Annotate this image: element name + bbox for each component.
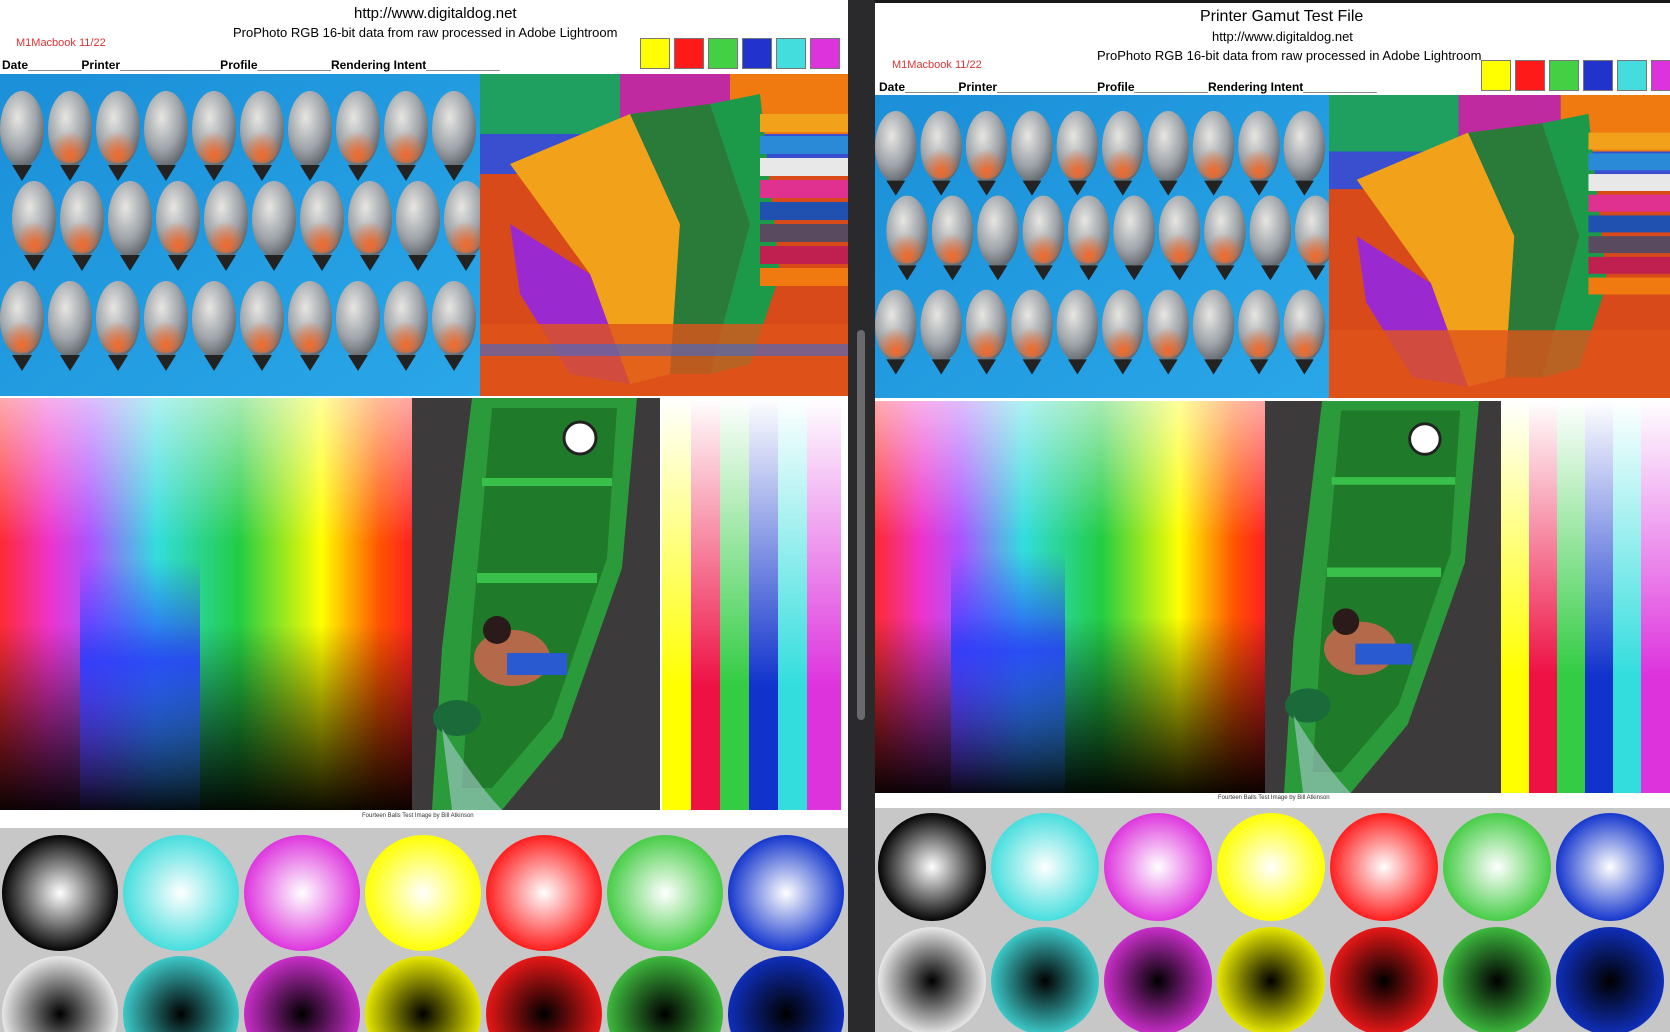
- stripe-blue: [749, 398, 778, 810]
- split-divider[interactable]: [848, 0, 875, 1032]
- test-ball-dark: [878, 927, 986, 1032]
- boat-photo: [1265, 401, 1501, 793]
- test-ball-light: [1104, 813, 1212, 921]
- stripe-green: [720, 398, 749, 810]
- stripe-magenta: [807, 398, 841, 810]
- test-image-credit: Fourteen Balls Test Image by Bill Atkins…: [1218, 795, 1330, 801]
- test-ball-dark: [1217, 927, 1325, 1032]
- test-ball-light: [1217, 813, 1325, 921]
- stripe-magenta: [1641, 401, 1670, 793]
- subtitle-text: ProPhoto RGB 16-bit data from raw proces…: [1097, 48, 1482, 63]
- right-document-pane: Printer Gamut Test File http://www.digit…: [875, 3, 1670, 1032]
- swatch-cyan: [1617, 60, 1647, 91]
- test-ball-dark: [991, 927, 1099, 1032]
- stripe-cyan: [778, 398, 807, 810]
- test-ball-light: [878, 813, 986, 921]
- hue-gradient-chart: [0, 398, 412, 810]
- swatch-red: [674, 38, 704, 69]
- swatch-yellow: [640, 38, 670, 69]
- divider-grip[interactable]: [857, 330, 865, 720]
- test-ball-light: [1443, 813, 1551, 921]
- test-ball-light: [607, 835, 723, 951]
- annotation-note: M1Macbook 11/22: [892, 59, 982, 71]
- stripe-red: [691, 398, 720, 810]
- fish-photo: [0, 74, 480, 396]
- stripe-yellow: [662, 398, 691, 810]
- test-ball-light: [2, 835, 118, 951]
- url-text: http://www.digitaldog.net: [354, 5, 517, 22]
- test-ball-light: [486, 835, 602, 951]
- url-text: http://www.digitaldog.net: [1212, 29, 1353, 44]
- test-ball-light: [123, 835, 239, 951]
- test-ball-light: [244, 835, 360, 951]
- test-ball-dark: [1443, 927, 1551, 1032]
- stripe-cyan: [1613, 401, 1641, 793]
- swatch-blue: [742, 38, 772, 69]
- textile-photo: [480, 74, 848, 396]
- test-ball-dark: [1556, 927, 1664, 1032]
- hue-gradient-chart: [875, 401, 1265, 793]
- swatch-blue: [1583, 60, 1613, 91]
- document-title: Printer Gamut Test File: [1200, 8, 1364, 25]
- stripe-red: [1529, 401, 1557, 793]
- form-fields: Date________Printer_______________Profil…: [2, 58, 500, 72]
- form-fields: Date________Printer_______________Profil…: [879, 80, 1377, 94]
- swatch-red: [1515, 60, 1545, 91]
- test-ball-light: [1330, 813, 1438, 921]
- test-ball-dark: [1330, 927, 1438, 1032]
- stripe-blue: [1585, 401, 1613, 793]
- fish-photo: [875, 95, 1329, 398]
- swatch-yellow: [1481, 60, 1511, 91]
- test-ball-light: [728, 835, 844, 951]
- test-ball-light: [1556, 813, 1664, 921]
- test-image-credit: Fourteen Balls Test Image by Bill Atkins…: [362, 813, 474, 819]
- swatch-green: [708, 38, 738, 69]
- test-ball-light: [991, 813, 1099, 921]
- boat-photo: [412, 398, 660, 810]
- subtitle-text: ProPhoto RGB 16-bit data from raw proces…: [233, 25, 618, 40]
- test-ball-light: [365, 835, 481, 951]
- swatch-cyan: [776, 38, 806, 69]
- left-document-pane: http://www.digitaldog.net ProPhoto RGB 1…: [0, 0, 848, 1032]
- stripe-green: [1557, 401, 1585, 793]
- swatch-magenta: [810, 38, 840, 69]
- annotation-note: M1Macbook 11/22: [16, 37, 106, 49]
- stripe-yellow: [1501, 401, 1529, 793]
- test-ball-dark: [1104, 927, 1212, 1032]
- textile-photo: [1329, 95, 1670, 398]
- swatch-magenta: [1651, 60, 1670, 91]
- swatch-green: [1549, 60, 1579, 91]
